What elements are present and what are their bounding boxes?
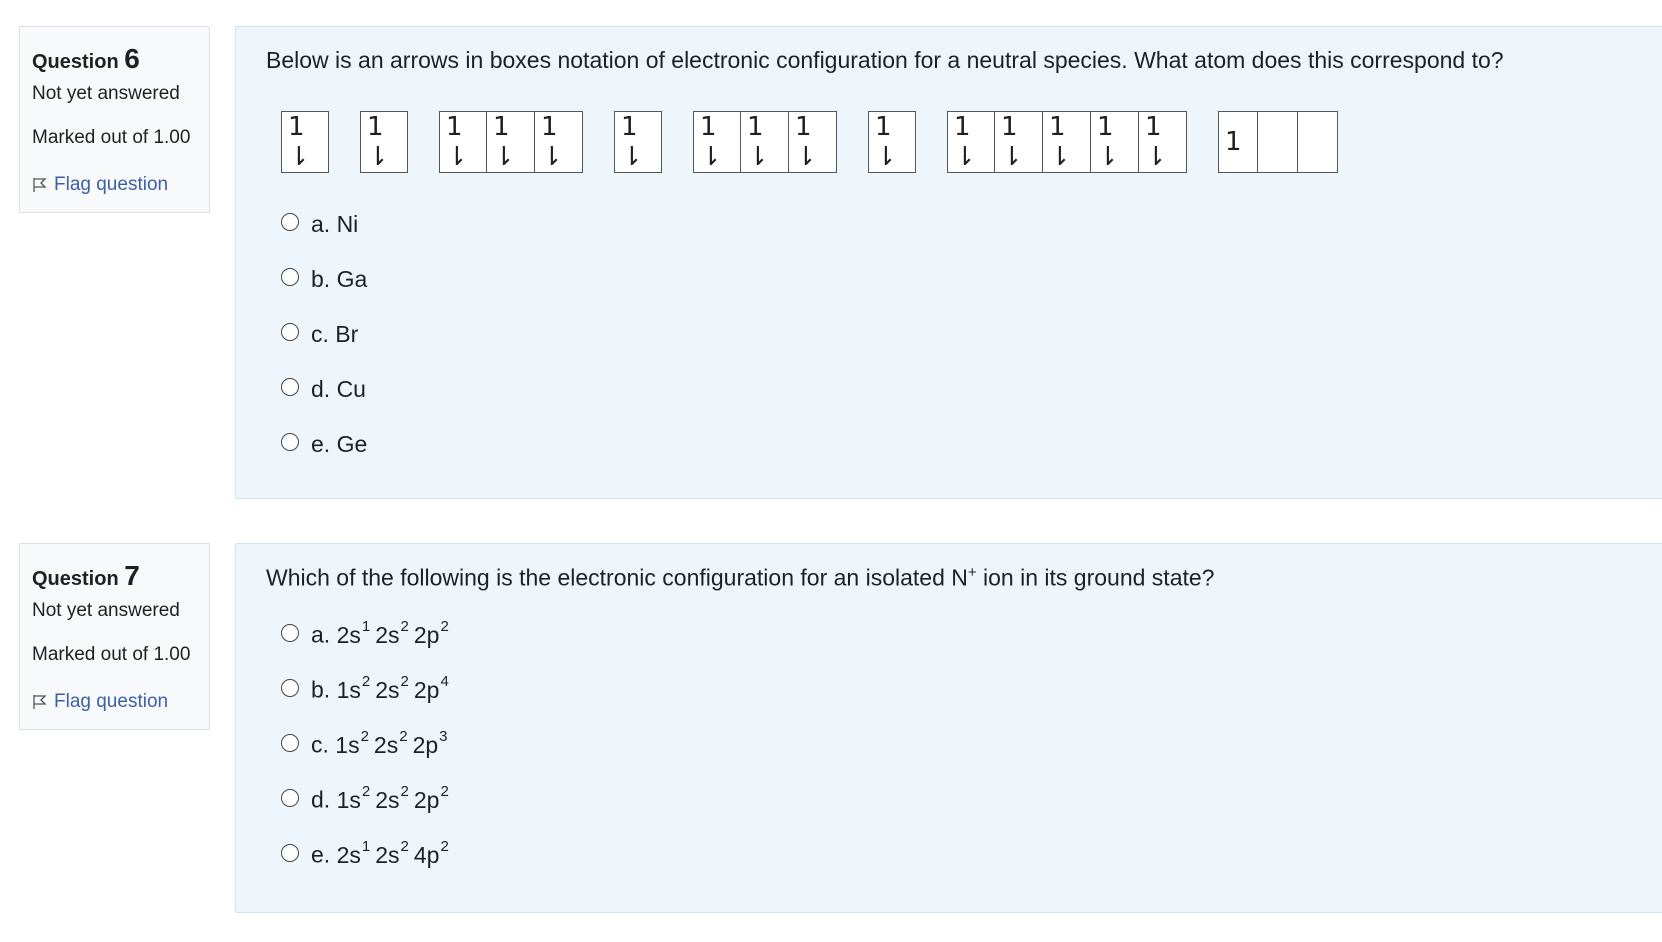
question-text: Which of the following is the electronic…	[266, 564, 1215, 591]
radio-button[interactable]	[281, 679, 299, 697]
config-term: 4p2	[413, 838, 449, 868]
config-term: 2p4	[413, 673, 449, 703]
orbital-box: 1	[1218, 111, 1258, 173]
orbital-group: 1 ⇂ 1 ⇂ 1 ⇂	[439, 111, 583, 173]
config-term: 2s1	[336, 838, 371, 868]
config-term: 2s2	[375, 783, 409, 813]
orbital-diagram: 1 ⇂ 1 ⇂ 1 ⇂ 1 ⇂ 1 ⇂ 1 ⇂ 1 ⇂ 1 ⇂ 1 ⇂ 1 ⇂ 1 ⇂ 1 ⇂ 1 ⇂ 1…	[281, 111, 1338, 173]
radio-button[interactable]	[281, 734, 299, 752]
answer-option[interactable]: d. Cu	[281, 374, 366, 404]
answer-label: a. Ni	[311, 210, 359, 237]
question-info-7: Question 7 Not yet answered Marked out o…	[19, 543, 210, 730]
radio-button[interactable]	[281, 378, 299, 396]
question-state: Not yet answered	[32, 83, 180, 104]
answer-option[interactable]: d. 1s2 2s2 2p2	[281, 783, 454, 815]
orbital-box: 1 ⇂	[439, 111, 487, 173]
flag-question-label: Flag question	[54, 691, 169, 712]
orbital-box: 1 ⇂	[535, 111, 583, 173]
radio-button[interactable]	[281, 433, 299, 451]
orbital-box	[1298, 111, 1338, 173]
orbital-box: 1 ⇂	[360, 111, 408, 173]
question-title: Question 7	[32, 560, 140, 591]
answer-option[interactable]: e. Ge	[281, 429, 367, 459]
answer-letter: a.	[311, 621, 337, 648]
orbital-group: 1 ⇂	[281, 111, 329, 173]
answer-label: c. 1s2 2s2 2p3	[311, 728, 453, 759]
orbital-box: 1 ⇂	[1139, 111, 1187, 173]
orbital-box: 1 ⇂	[741, 111, 789, 173]
radio-button[interactable]	[281, 789, 299, 807]
config-term: 1s2	[336, 783, 371, 813]
config-term: 2s2	[375, 838, 409, 868]
answer-option[interactable]: b. 1s2 2s2 2p4	[281, 673, 454, 705]
answer-label: b. 1s2 2s2 2p4	[311, 673, 454, 704]
radio-button[interactable]	[281, 268, 299, 286]
answer-option[interactable]: c. 1s2 2s2 2p3	[281, 728, 453, 760]
flag-question-link[interactable]: Flag question	[32, 171, 197, 199]
question-content-7: Which of the following is the electronic…	[235, 543, 1662, 913]
config-term: 2p2	[413, 783, 449, 813]
orbital-box: 1 ⇂	[995, 111, 1043, 173]
question-grade: Marked out of 1.00	[32, 644, 191, 665]
question-number: 7	[124, 560, 140, 591]
orbital-box: 1 ⇂	[487, 111, 535, 173]
orbital-box: 1 ⇂	[947, 111, 995, 173]
answer-label: c. Br	[311, 320, 359, 347]
config-term: 2s2	[375, 618, 409, 648]
radio-button[interactable]	[281, 624, 299, 642]
radio-button[interactable]	[281, 323, 299, 341]
answer-label: e. 2s1 2s2 4p2	[311, 838, 454, 869]
config-term: 2s2	[373, 728, 408, 758]
flag-question-label: Flag question	[54, 174, 169, 195]
answer-letter: c.	[311, 731, 336, 758]
question-info-6: Question 6 Not yet answered Marked out o…	[19, 26, 210, 213]
answer-label: d. 1s2 2s2 2p2	[311, 783, 454, 814]
orbital-box: 1 ⇂	[693, 111, 741, 173]
config-term: 2s1	[336, 618, 371, 648]
orbital-group: 1 ⇂	[868, 111, 916, 173]
answer-option[interactable]: a. 2s1 2s2 2p2	[281, 618, 454, 650]
orbital-box: 1 ⇂	[789, 111, 837, 173]
config-term: 1s2	[335, 728, 369, 758]
flag-icon	[32, 688, 48, 716]
config-term: 2p2	[413, 618, 449, 648]
question-state: Not yet answered	[32, 600, 180, 621]
question-content-6: Below is an arrows in boxes notation of …	[235, 26, 1662, 499]
question-number: 6	[124, 43, 140, 74]
orbital-group: 1	[1218, 111, 1338, 173]
answer-option[interactable]: a. Ni	[281, 209, 358, 239]
orbital-group: 1 ⇂ 1 ⇂ 1 ⇂ 1 ⇂ 1 ⇂	[947, 111, 1187, 173]
flag-icon	[32, 171, 48, 199]
question-title: Question 6	[32, 43, 140, 74]
orbital-box: 1 ⇂	[614, 111, 662, 173]
answer-label: b. Ga	[311, 265, 368, 292]
answer-letter: e.	[311, 841, 337, 868]
config-term: 2p3	[412, 728, 448, 758]
answer-label: d. Cu	[311, 375, 366, 402]
orbital-group: 1 ⇂	[360, 111, 408, 173]
config-term: 2s2	[375, 673, 409, 703]
orbital-box: 1 ⇂	[868, 111, 916, 173]
radio-button[interactable]	[281, 213, 299, 231]
orbital-box: 1 ⇂	[1043, 111, 1091, 173]
answer-option[interactable]: e. 2s1 2s2 4p2	[281, 838, 454, 870]
orbital-box: 1 ⇂	[281, 111, 329, 173]
answer-option[interactable]: b. Ga	[281, 264, 367, 294]
orbital-box	[1258, 111, 1298, 173]
answer-letter: d.	[311, 786, 337, 813]
answer-label: e. Ge	[311, 430, 368, 457]
question-grade: Marked out of 1.00	[32, 127, 191, 148]
orbital-group: 1 ⇂ 1 ⇂ 1 ⇂	[693, 111, 837, 173]
answer-letter: b.	[311, 676, 337, 703]
answer-option[interactable]: c. Br	[281, 319, 358, 349]
question-text: Below is an arrows in boxes notation of …	[266, 47, 1504, 73]
flag-question-link[interactable]: Flag question	[32, 688, 197, 716]
answer-label: a. 2s1 2s2 2p2	[311, 618, 454, 649]
orbital-group: 1 ⇂	[614, 111, 662, 173]
radio-button[interactable]	[281, 844, 299, 862]
config-term: 1s2	[336, 673, 371, 703]
orbital-box: 1 ⇂	[1091, 111, 1139, 173]
